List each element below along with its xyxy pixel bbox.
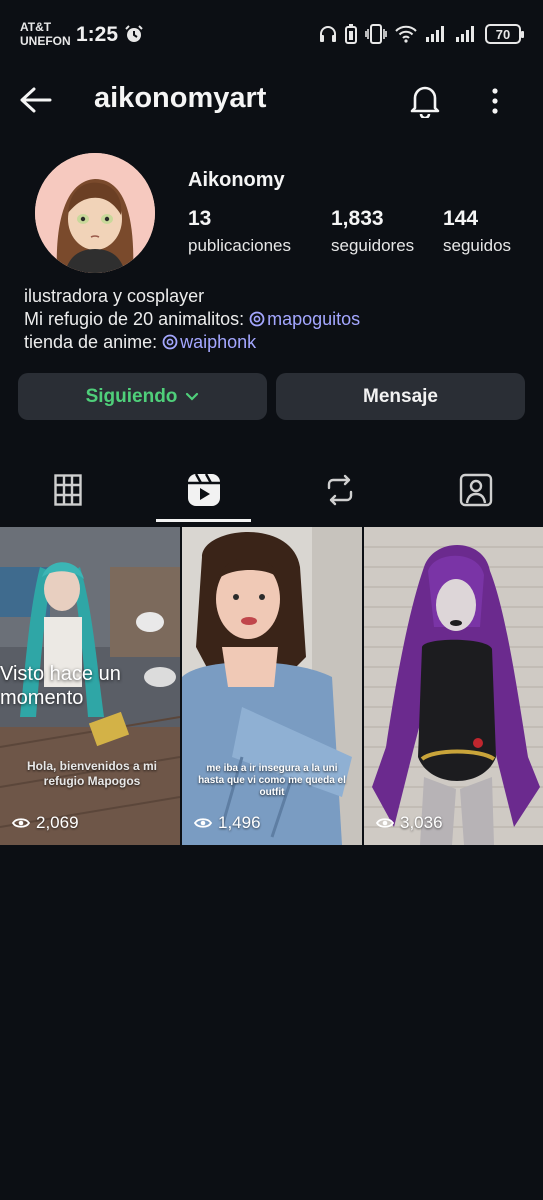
status-icons: 70 — [319, 22, 524, 46]
carrier-label: AT&T UNEFON — [20, 20, 71, 48]
back-arrow-icon[interactable] — [16, 84, 52, 116]
threads-icon — [249, 311, 265, 327]
carrier-line-2: UNEFON — [20, 34, 71, 48]
headphones-icon — [320, 26, 336, 42]
grid-icon — [53, 474, 82, 506]
reel-3-image — [364, 527, 543, 845]
view-count-value: 1,496 — [218, 813, 261, 832]
signal-icon-2 — [456, 26, 474, 42]
view-count-value: 2,069 — [36, 813, 79, 832]
mention-mapoguitos-text: mapoguitos — [267, 309, 361, 329]
bio-line-3: tienda de anime: waiphonk — [24, 331, 360, 354]
stat-followers-label: seguidores — [331, 236, 415, 255]
mention-link-waiphonk[interactable]: waiphonk — [162, 332, 256, 352]
avatar[interactable] — [35, 153, 155, 273]
view-count: 1,496 — [194, 813, 261, 833]
tab-tagged[interactable] — [408, 460, 543, 520]
reels-icon — [187, 473, 220, 506]
profile-tabs — [0, 460, 543, 524]
status-bar: AT&T UNEFON 1:25 70 — [0, 0, 543, 64]
battery-indicator: 70 — [485, 24, 524, 44]
mention-waiphonk-text: waiphonk — [180, 332, 257, 352]
stat-posts-label: publicaciones — [188, 236, 292, 255]
reel-caption: me iba a ir insegura a la uni hasta que … — [198, 763, 346, 798]
reel-thumbnail[interactable]: Visto hace un momento Hola, bienvenidos … — [0, 527, 180, 845]
eye-icon — [194, 818, 212, 828]
more-options-icon[interactable] — [485, 86, 505, 116]
reels-grid: Visto hace un momento Hola, bienvenidos … — [0, 527, 543, 845]
reel-caption: Hola, bienvenidos a mi refugio Mapogos — [26, 759, 158, 788]
tab-posts-grid[interactable] — [0, 460, 135, 520]
bell-icon[interactable] — [408, 82, 442, 118]
repost-icon — [327, 474, 352, 506]
tab-reels[interactable] — [136, 460, 271, 520]
stat-posts[interactable]: 13 publicaciones — [188, 207, 291, 256]
stat-followers-value: 1,833 — [331, 207, 384, 230]
tab-reposts[interactable] — [272, 460, 407, 520]
recently-viewed-overlay: Visto hace un momento — [0, 663, 121, 709]
bio-line-3-text: tienda de anime: — [24, 332, 163, 352]
profile-bio: ilustradora y cosplayer Mi refugio de 20… — [24, 285, 360, 354]
reel-thumbnail[interactable]: 3,036 — [364, 527, 543, 845]
mention-link-mapoguitos[interactable]: mapoguitos — [249, 309, 360, 329]
wifi-icon — [395, 25, 417, 43]
stat-following[interactable]: 144 seguidos — [443, 207, 511, 256]
top-nav: aikonomyart — [0, 72, 543, 128]
reel-thumbnail[interactable]: me iba a ir insegura a la uni hasta que … — [182, 527, 362, 845]
view-count: 2,069 — [12, 813, 79, 833]
stat-posts-value: 13 — [188, 207, 212, 230]
message-button[interactable]: Mensaje — [276, 373, 525, 420]
display-name: Aikonomy — [188, 169, 285, 191]
bio-line-1: ilustradora y cosplayer — [24, 286, 205, 306]
battery-saver-icon — [345, 24, 357, 44]
threads-icon — [162, 334, 178, 350]
carrier-line-1: AT&T — [20, 20, 52, 34]
signal-icon-1 — [426, 26, 444, 42]
bio-line-2: Mi refugio de 20 animalitos: mapoguitos — [24, 308, 360, 331]
active-tab-indicator — [156, 519, 251, 522]
avatar-illustration — [35, 153, 155, 273]
bio-line-2-text: Mi refugio de 20 animalitos: — [24, 309, 250, 329]
eye-icon — [12, 818, 30, 828]
view-count-value: 3,036 — [400, 813, 443, 832]
clock: 1:25 — [76, 23, 119, 46]
chevron-down-icon — [186, 392, 199, 401]
eye-icon — [376, 818, 394, 828]
tagged-icon — [459, 473, 492, 507]
stat-following-value: 144 — [443, 207, 479, 230]
view-count: 3,036 — [376, 813, 443, 833]
following-button[interactable]: Siguiendo — [18, 373, 267, 420]
stat-followers[interactable]: 1,833 seguidores — [331, 207, 414, 256]
profile-username: aikonomyart — [94, 82, 267, 114]
following-button-label: Siguiendo — [85, 385, 178, 407]
alarm-icon — [125, 25, 143, 42]
vibrate-icon — [365, 24, 387, 44]
stat-following-label: seguidos — [443, 236, 512, 255]
